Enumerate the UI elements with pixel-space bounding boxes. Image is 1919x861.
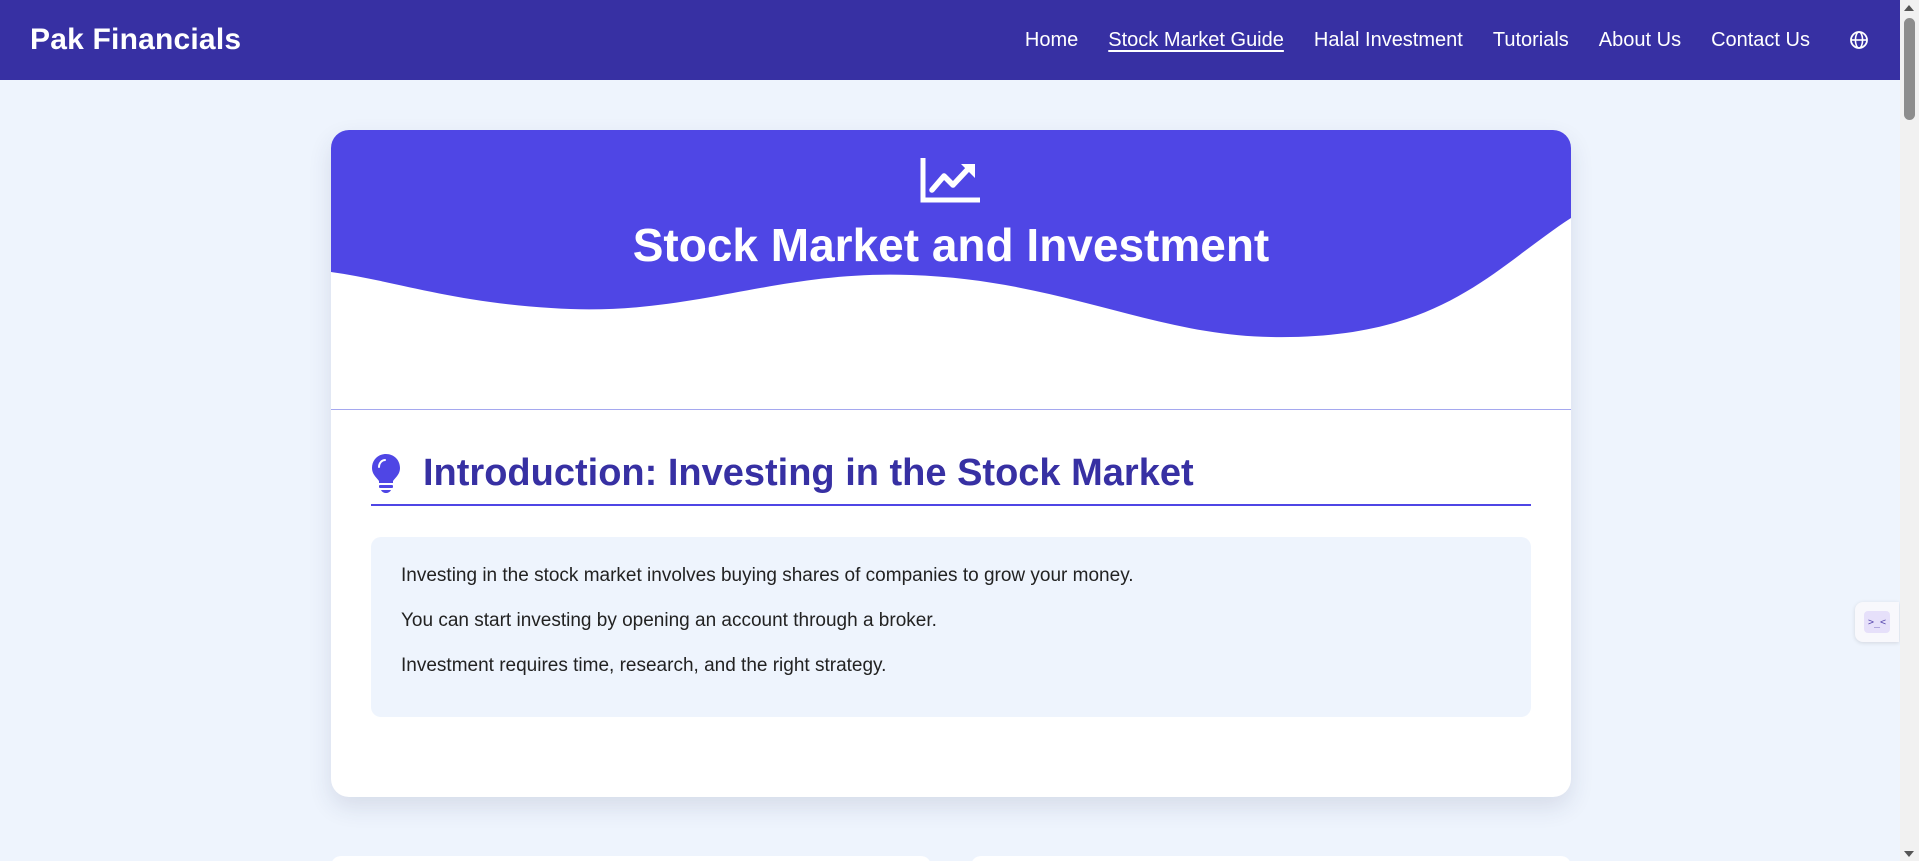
intro-paragraph: Investment requires time, research, and … [401, 655, 887, 676]
hero-title: Stock Market and Investment [632, 219, 1270, 271]
terminal-face-icon: >_< [1864, 611, 1890, 633]
main-card: Stock Market and Investment Introduction… [331, 130, 1571, 797]
nav-tutorials[interactable]: Tutorials [1493, 27, 1569, 53]
lightbulb-icon [372, 454, 400, 493]
hero-banner: Stock Market and Investment [331, 130, 1571, 410]
hero-divider [331, 409, 1571, 410]
chart-line-icon [920, 158, 980, 203]
page-scrollbar[interactable] [1900, 0, 1919, 861]
nav-home[interactable]: Home [1025, 27, 1078, 53]
nav-stock-market-guide[interactable]: Stock Market Guide [1108, 27, 1284, 53]
floating-widget-button[interactable]: >_< [1855, 602, 1899, 642]
next-card-right [971, 856, 1571, 861]
intro-paragraph: Investing in the stock market involves b… [401, 565, 1134, 586]
intro-paragraph: You can start investing by opening an ac… [401, 610, 937, 631]
page: Pak Financials Home Stock Market Guide H… [0, 0, 1919, 861]
main-nav: Home Stock Market Guide Halal Investment… [995, 27, 1870, 53]
scroll-up-arrow-icon[interactable] [1904, 5, 1914, 11]
globe-icon[interactable] [1848, 29, 1870, 51]
brand-logo[interactable]: Pak Financials [30, 23, 241, 57]
next-card-left [331, 856, 931, 861]
scroll-thumb[interactable] [1904, 18, 1915, 120]
nav-about-us[interactable]: About Us [1599, 27, 1681, 53]
intro-heading: Introduction: Investing in the Stock Mar… [371, 448, 1531, 506]
intro-title: Introduction: Investing in the Stock Mar… [423, 451, 1194, 494]
intro-info-box: Investing in the stock market involves b… [371, 537, 1531, 717]
nav-contact-us[interactable]: Contact Us [1711, 27, 1810, 53]
top-navbar: Pak Financials Home Stock Market Guide H… [0, 0, 1900, 80]
scroll-down-arrow-icon[interactable] [1904, 851, 1914, 857]
nav-halal-investment[interactable]: Halal Investment [1314, 27, 1463, 53]
